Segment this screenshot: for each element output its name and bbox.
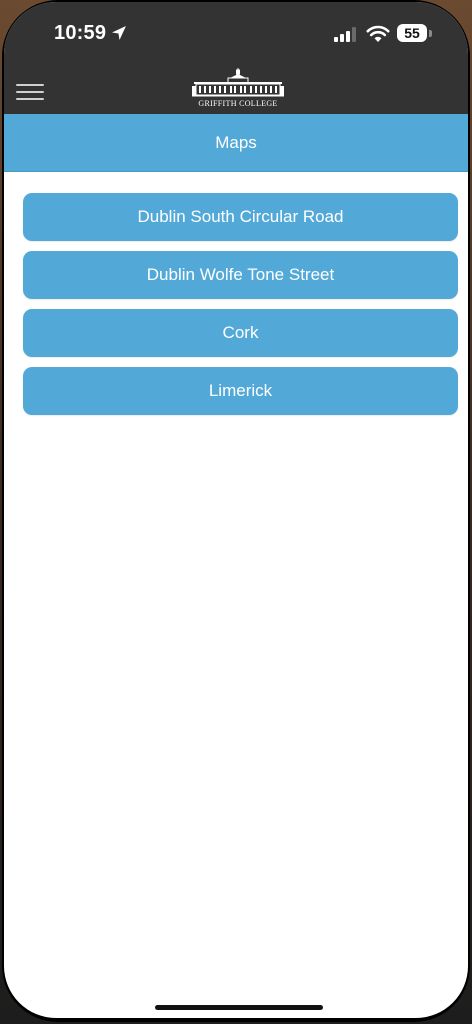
status-time: 10:59 <box>54 22 107 44</box>
wifi-icon <box>366 25 390 42</box>
logo-text: GRIFFITH COLLEGE <box>198 99 278 108</box>
app-header: 10:59 55 GRIFFITH COLLEGE <box>4 2 468 114</box>
battery-level: 55 <box>397 24 427 42</box>
hamburger-menu-icon[interactable] <box>16 81 44 101</box>
location-arrow-icon <box>112 26 126 40</box>
griffith-college-logo: GRIFFITH COLLEGE <box>190 68 286 112</box>
map-button-cork[interactable]: Cork <box>23 309 458 357</box>
cellular-signal-icon <box>334 27 356 42</box>
map-button-limerick[interactable]: Limerick <box>23 367 458 415</box>
map-button-dublin-wolfe-tone-street[interactable]: Dublin Wolfe Tone Street <box>23 251 458 299</box>
title-bar: Maps <box>4 114 468 172</box>
status-bar: 10:59 55 <box>4 2 468 62</box>
battery-cap <box>429 30 432 37</box>
battery-icon: 55 <box>397 24 433 44</box>
home-indicator[interactable] <box>155 1005 323 1010</box>
phone-frame: 10:59 55 GRIFFITH COLLEGE Maps Dublin So… <box>2 0 470 1022</box>
page-title: Maps <box>215 133 257 152</box>
map-list: Dublin South Circular Road Dublin Wolfe … <box>23 193 458 425</box>
college-building-icon <box>192 68 284 97</box>
map-button-dublin-south-circular-road[interactable]: Dublin South Circular Road <box>23 193 458 241</box>
app-screen: 10:59 55 GRIFFITH COLLEGE Maps Dublin So… <box>4 2 468 1018</box>
